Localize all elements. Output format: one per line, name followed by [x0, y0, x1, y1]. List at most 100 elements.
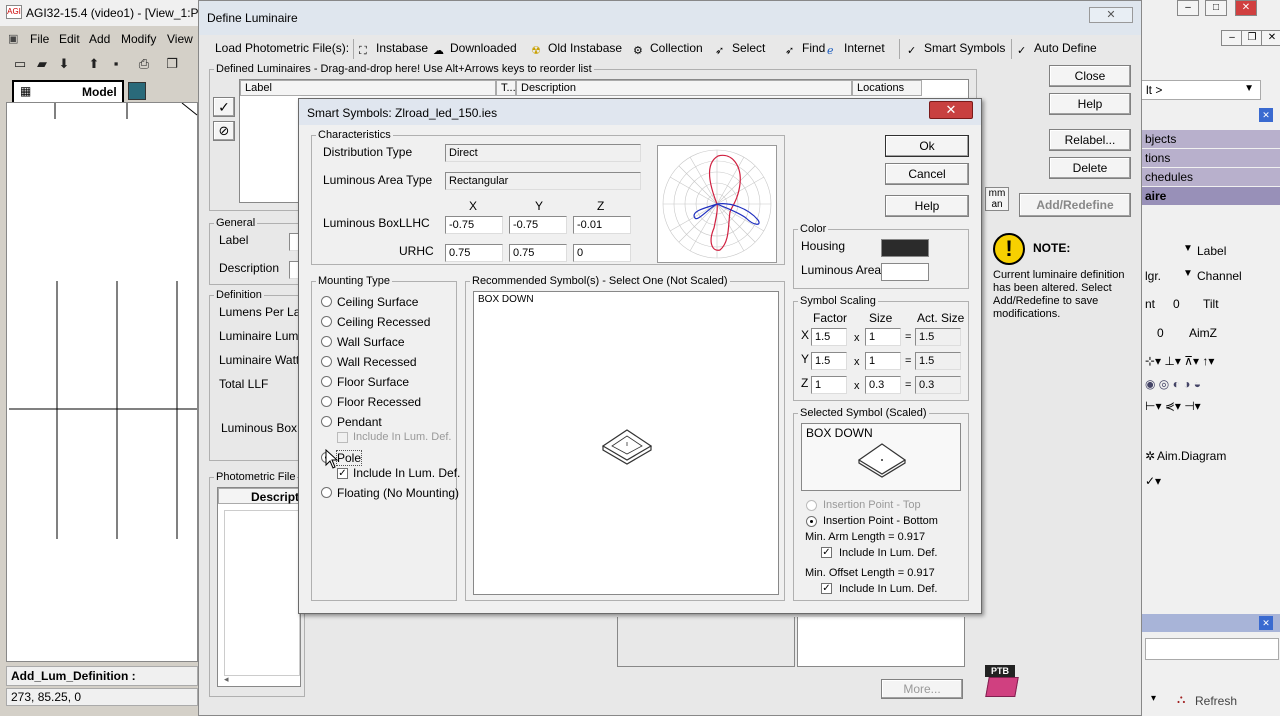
collection-button[interactable]: ⚙ Collection [633, 41, 703, 57]
internet-button[interactable]: ℯ Internet [827, 41, 885, 57]
menu-modify[interactable]: Modify [121, 32, 156, 46]
render-view-icon[interactable] [128, 82, 146, 100]
aim-diagram[interactable]: Aim.Diagram [1157, 449, 1226, 463]
col-description[interactable]: Description [516, 80, 852, 96]
mount-floating-radio[interactable] [321, 487, 332, 498]
include-offset-checkbox[interactable]: ✓ [821, 583, 832, 594]
find-button[interactable]: ➶ Find [785, 41, 825, 57]
scale-x-factor-input[interactable]: 1.5 [811, 328, 847, 346]
open-folder-icon[interactable]: ▰ [34, 56, 50, 72]
llhc-y-input[interactable]: -0.75 [509, 216, 567, 234]
section-objects[interactable]: bjects [1141, 130, 1280, 148]
dialog-close-button[interactable]: ✕ [1089, 7, 1133, 23]
ok-button[interactable]: Ok [885, 135, 969, 157]
mount-ceiling-recessed-radio[interactable] [321, 316, 332, 327]
mdi-icon[interactable]: ▣ [8, 32, 18, 45]
help-button[interactable]: Help [1049, 93, 1131, 115]
save-icon[interactable]: ▪ [108, 56, 124, 72]
mdi-close-icon[interactable]: ✕ [1261, 30, 1280, 46]
include-pendant-checkbox[interactable] [337, 432, 348, 443]
housing-color-swatch[interactable] [881, 239, 929, 257]
add-redefine-button[interactable]: Add/Redefine [1019, 193, 1131, 217]
chevron-down-icon[interactable]: ▼ [1183, 268, 1193, 279]
lower-list-right[interactable] [797, 617, 965, 667]
model-viewport[interactable] [6, 102, 198, 662]
section-luminaire[interactable]: aire [1141, 187, 1280, 205]
scale-x-size-input[interactable]: 1 [865, 328, 901, 346]
luminous-area-color-swatch[interactable] [881, 263, 929, 281]
old-instabase-button[interactable]: ☢ Old Instabase [531, 41, 622, 57]
include-pole-checkbox[interactable]: ✓ [337, 468, 348, 479]
copy-icon[interactable]: ❐ [164, 56, 180, 72]
download-icon[interactable]: ⬇ [56, 56, 72, 72]
llhc-z-input[interactable]: -0.01 [573, 216, 631, 234]
col-descript[interactable]: Descript [218, 488, 302, 504]
upload-icon[interactable]: ⬆ [86, 56, 102, 72]
include-arm-checkbox[interactable]: ✓ [821, 547, 832, 558]
section-schedules[interactable]: chedules [1141, 168, 1280, 186]
more-button[interactable]: More... [881, 679, 963, 699]
tool-icons-row-2[interactable]: ◉ ◎ ◐ ◑ ◒ [1145, 377, 1201, 391]
mount-ceiling-surface-radio[interactable] [321, 296, 332, 307]
smart-symbols-close-button[interactable]: ✕ [929, 101, 973, 119]
insertion-bottom-radio[interactable] [806, 516, 817, 527]
relabel-button[interactable]: Relabel... [1049, 129, 1131, 151]
tab-model[interactable]: ▦ Model [12, 80, 124, 102]
instabase-button[interactable]: ⛶ Instabase [359, 41, 428, 57]
scale-y-factor-input[interactable]: 1.5 [811, 352, 847, 370]
recommended-symbols-list[interactable]: BOX DOWN [473, 291, 779, 595]
tool-icons-row-3[interactable]: ⊢▾ ⋞▾ ⊣▾ [1145, 399, 1201, 413]
section-options[interactable]: tions [1141, 149, 1280, 167]
panel-close-icon[interactable]: ✕ [1259, 616, 1273, 630]
insertion-top-radio[interactable] [806, 500, 817, 511]
col-t[interactable]: T... [496, 80, 516, 96]
units-toggle[interactable]: mm an [985, 187, 1009, 211]
minimize-icon[interactable]: – [1177, 0, 1199, 16]
mount-pendant-radio[interactable] [321, 416, 332, 427]
llhc-x-input[interactable]: -0.75 [445, 216, 503, 234]
layer-dropdown[interactable]: lt > ▼ [1141, 80, 1261, 100]
smart-symbols-toggle[interactable]: ✓ Smart Symbols [907, 41, 1005, 57]
cancel-button[interactable]: Cancel [885, 163, 969, 185]
mount-floor-surface-radio[interactable] [321, 376, 332, 387]
mount-wall-recessed-radio[interactable] [321, 356, 332, 367]
urhc-x-input[interactable]: 0.75 [445, 244, 503, 262]
prop-aimz-value[interactable]: 0 [1157, 326, 1164, 340]
mount-floor-recessed-radio[interactable] [321, 396, 332, 407]
close-icon[interactable]: ✕ [1235, 0, 1257, 16]
reject-button[interactable]: ⊘ [213, 121, 235, 141]
menu-add[interactable]: Add [89, 32, 110, 46]
select-button[interactable]: ➶ Select [715, 41, 765, 57]
ptb-icon[interactable]: PTB [985, 665, 1021, 701]
help-button[interactable]: Help [885, 195, 969, 217]
mount-wall-surface-radio[interactable] [321, 336, 332, 347]
delete-button[interactable]: Delete [1049, 157, 1131, 179]
panel-list[interactable] [1145, 638, 1279, 660]
menu-view[interactable]: View [167, 32, 193, 46]
scroll-left-icon[interactable]: ◂ [224, 674, 229, 685]
chevron-down-icon[interactable]: ▼ [1183, 243, 1193, 254]
photometric-file-list[interactable]: Descript ◂ [217, 487, 302, 687]
panel-close-icon[interactable]: ✕ [1259, 108, 1273, 122]
menu-file[interactable]: File [30, 32, 49, 46]
mdi-restore-icon[interactable]: ❐ [1241, 30, 1263, 46]
scale-z-size-input[interactable]: 0.3 [865, 376, 901, 394]
box-down-symbol-icon[interactable] [600, 426, 654, 466]
accept-button[interactable]: ✓ [213, 97, 235, 117]
urhc-y-input[interactable]: 0.75 [509, 244, 567, 262]
maximize-icon[interactable]: □ [1205, 0, 1227, 16]
downloaded-button[interactable]: ☁ Downloaded [433, 41, 517, 57]
urhc-z-input[interactable]: 0 [573, 244, 631, 262]
chevron-down-icon[interactable]: ▾ [1151, 693, 1156, 704]
scale-y-size-input[interactable]: 1 [865, 352, 901, 370]
col-locations[interactable]: Locations [852, 80, 922, 96]
new-file-icon[interactable]: ▭ [12, 56, 28, 72]
prop-tilt-value[interactable]: 0 [1173, 297, 1180, 311]
print-icon[interactable]: ⎙ [136, 56, 152, 72]
auto-define-toggle[interactable]: ✓ Auto Define [1017, 41, 1097, 57]
close-button[interactable]: Close [1049, 65, 1131, 87]
col-label[interactable]: Label [240, 80, 496, 96]
refresh-button[interactable]: Refresh [1195, 694, 1237, 708]
mdi-minimize-icon[interactable]: – [1221, 30, 1243, 46]
scale-z-factor-input[interactable]: 1 [811, 376, 847, 394]
